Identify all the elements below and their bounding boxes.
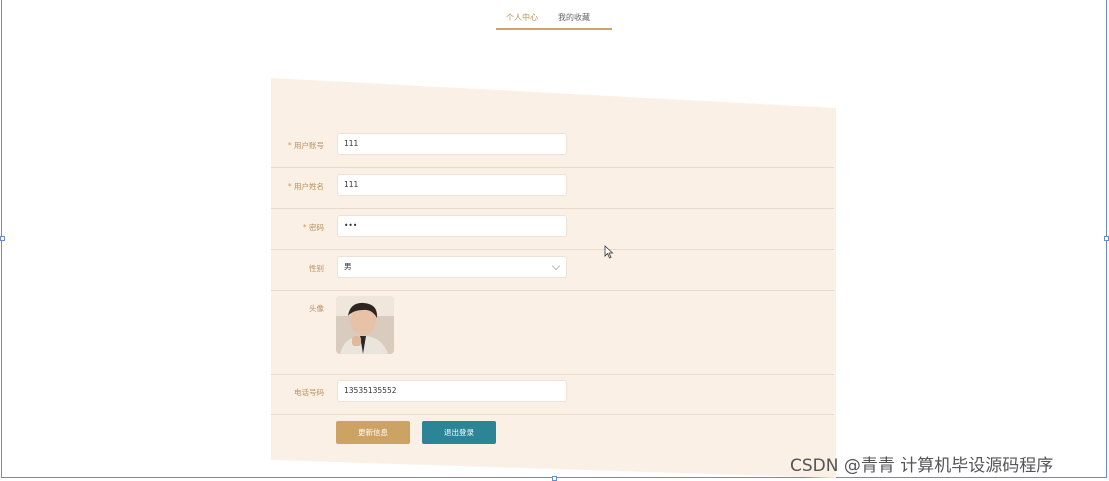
row-divider: [271, 167, 834, 168]
avatar-image[interactable]: [336, 296, 394, 354]
password-label-text: 密码: [309, 223, 324, 232]
name-label: * 用户姓名: [270, 181, 324, 192]
avatar-label: 头像: [270, 303, 324, 314]
row-divider: [271, 290, 834, 291]
password-label: * 密码: [270, 222, 324, 233]
account-label: * 用户账号: [270, 140, 324, 151]
gender-select-value: 男: [344, 262, 352, 271]
name-input[interactable]: 111: [337, 174, 567, 196]
row-divider: [271, 414, 834, 415]
resize-handle-right[interactable]: [1104, 236, 1109, 241]
resize-handle-bottom[interactable]: [552, 476, 557, 481]
avatar-label-text: 头像: [309, 304, 324, 313]
name-label-text: 用户姓名: [294, 182, 324, 191]
phone-input[interactable]: 13535135552: [337, 380, 567, 402]
gender-label: 性别: [270, 263, 324, 274]
phone-label-text: 电话号码: [294, 388, 324, 397]
resize-handle-left[interactable]: [0, 236, 5, 241]
tab-underline: [496, 28, 612, 30]
gender-label-text: 性别: [309, 264, 324, 273]
password-input[interactable]: •••: [337, 215, 567, 237]
phone-label: 电话号码: [270, 387, 324, 398]
watermark: CSDN @青青 计算机毕设源码程序: [790, 456, 1054, 476]
account-label-text: 用户账号: [294, 141, 324, 150]
row-divider: [271, 208, 834, 209]
update-info-button[interactable]: 更新信息: [336, 421, 410, 444]
row-divider: [271, 249, 834, 250]
gender-select[interactable]: 男: [337, 256, 567, 278]
required-mark: *: [287, 141, 292, 150]
account-input[interactable]: 111: [337, 133, 567, 155]
row-divider: [271, 374, 834, 375]
required-mark: *: [302, 223, 307, 232]
mouse-pointer-icon: [604, 245, 614, 259]
avatar-photo: [336, 296, 394, 354]
required-mark: *: [287, 182, 292, 191]
logout-button[interactable]: 退出登录: [422, 421, 496, 444]
chevron-down-icon: [551, 261, 561, 271]
